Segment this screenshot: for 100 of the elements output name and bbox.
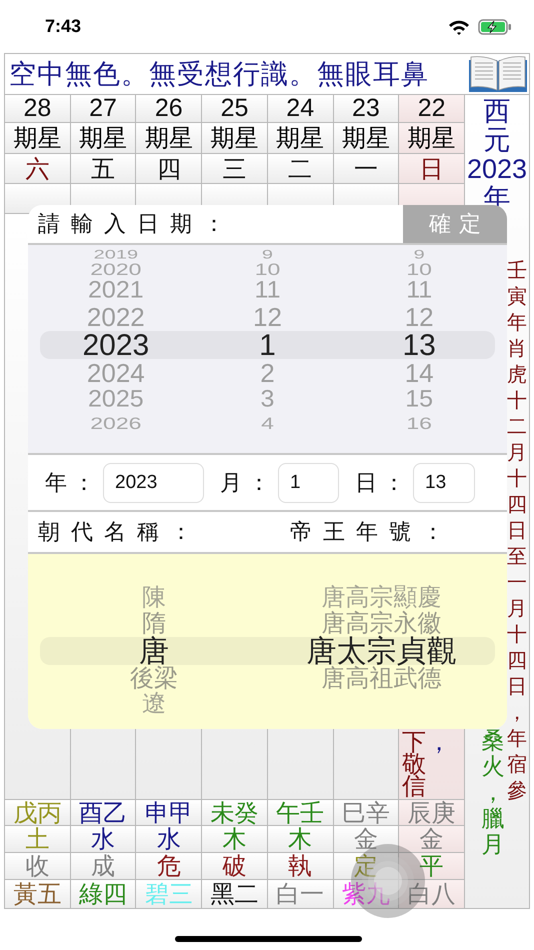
day-number[interactable]: 25 bbox=[202, 95, 267, 122]
day-number[interactable]: 28 bbox=[5, 95, 70, 122]
flying-star-label: 黑二 bbox=[202, 880, 267, 908]
picker-option[interactable]: 唐高宗永徽 bbox=[321, 612, 442, 636]
field-label: 年： bbox=[45, 470, 101, 498]
picker-option[interactable]: 2 bbox=[260, 360, 275, 386]
weekday-label: 四 bbox=[136, 154, 202, 183]
flying-star-label: 綠四 bbox=[70, 880, 136, 908]
weekday-label: 三 bbox=[202, 154, 267, 183]
picker-option[interactable]: 隋 bbox=[142, 612, 166, 636]
picker-option[interactable]: 10 bbox=[406, 261, 432, 278]
weekday-prefix: 期星 bbox=[334, 123, 398, 153]
picker-option[interactable]: 14 bbox=[404, 360, 434, 386]
picker-option[interactable]: 2023 bbox=[82, 331, 150, 361]
weekday-prefix: 期星 bbox=[5, 123, 70, 153]
day-number[interactable]: 22 bbox=[399, 95, 464, 122]
day-officer-label: 執 bbox=[268, 853, 333, 879]
element-label: 金 bbox=[334, 826, 398, 852]
picker-option[interactable]: 16 bbox=[406, 415, 432, 432]
field-label: 月： bbox=[220, 470, 276, 498]
element-label: 木 bbox=[268, 826, 333, 852]
day-officer-label: 成 bbox=[70, 853, 136, 879]
month-info: 桑火，臘月 bbox=[480, 728, 506, 858]
picker-option[interactable]: 遼 bbox=[142, 692, 166, 716]
weekday-label: 一 bbox=[334, 154, 398, 183]
stem-branch-label: 午壬 bbox=[268, 800, 333, 825]
flying-star-label: 黃五 bbox=[5, 880, 70, 908]
stem-branch-label: 申甲 bbox=[136, 800, 202, 825]
picker-option[interactable]: 2026 bbox=[90, 415, 142, 432]
day-note: ， bbox=[426, 731, 452, 753]
picker-option[interactable]: 9 bbox=[414, 248, 425, 262]
reign-label: 帝王年號： bbox=[290, 519, 455, 547]
stem-branch-label: 酉乙 bbox=[70, 800, 136, 825]
flying-star-label: 白八 bbox=[399, 880, 464, 908]
flying-star-label: 紫九 bbox=[334, 880, 398, 908]
picker-option[interactable]: 唐 bbox=[138, 637, 169, 667]
picker-option[interactable]: 13 bbox=[402, 331, 436, 361]
day-officer-label: 收 bbox=[5, 853, 70, 879]
picker-option[interactable]: 唐太宗貞觀 bbox=[306, 637, 456, 667]
picker-option[interactable]: 2021 bbox=[88, 278, 144, 302]
day-note: 下敬信 bbox=[401, 731, 426, 797]
field-label: 日： bbox=[355, 470, 411, 498]
weekday-label: 六 bbox=[5, 154, 70, 183]
day-number[interactable]: 26 bbox=[136, 95, 202, 122]
month-field[interactable]: 1 bbox=[278, 462, 339, 502]
picker-option[interactable]: 12 bbox=[253, 304, 282, 330]
day-number[interactable]: 23 bbox=[334, 95, 398, 122]
lunar-range-text: 壬寅年肖虎十二月十四日至一月十四日，年宿參 bbox=[506, 257, 528, 803]
year-field[interactable]: 2023 bbox=[103, 462, 204, 502]
picker-option[interactable]: 2025 bbox=[88, 388, 144, 412]
picker-option[interactable]: 2020 bbox=[90, 261, 142, 278]
picker-option[interactable]: 2019 bbox=[94, 248, 138, 262]
weekday-prefix: 期星 bbox=[202, 123, 267, 153]
picker-option[interactable]: 11 bbox=[254, 278, 280, 302]
weekday-prefix: 期星 bbox=[136, 123, 202, 153]
element-label: 金 bbox=[399, 826, 464, 852]
picker-option[interactable]: 12 bbox=[404, 304, 434, 330]
picker-option[interactable]: 2024 bbox=[86, 360, 145, 386]
weekday-label: 日 bbox=[399, 154, 464, 183]
weekday-prefix: 期星 bbox=[268, 123, 333, 153]
day-officer-label: 危 bbox=[136, 853, 202, 879]
day-officer-label: 平 bbox=[399, 853, 464, 879]
picker-option[interactable]: 11 bbox=[406, 278, 432, 302]
day-number[interactable]: 27 bbox=[70, 95, 136, 122]
picker-option[interactable]: 唐高祖武德 bbox=[321, 666, 442, 690]
day-number[interactable]: 24 bbox=[268, 95, 333, 122]
book-icon[interactable] bbox=[467, 54, 529, 94]
picker-option[interactable]: 3 bbox=[260, 388, 274, 412]
element-label: 土 bbox=[5, 826, 70, 852]
picker-option[interactable]: 4 bbox=[261, 415, 274, 432]
flying-star-label: 碧三 bbox=[136, 880, 202, 908]
stem-branch-label: 巳辛 bbox=[334, 800, 398, 825]
day-field[interactable]: 13 bbox=[413, 462, 475, 502]
weekday-prefix: 期星 bbox=[70, 123, 136, 153]
weekday-label: 二 bbox=[268, 154, 333, 183]
element-label: 水 bbox=[70, 826, 136, 852]
stem-branch-label: 辰庚 bbox=[399, 800, 464, 825]
element-label: 水 bbox=[136, 826, 202, 852]
picker-option[interactable]: 後梁 bbox=[130, 666, 178, 690]
weekday-prefix: 期星 bbox=[399, 123, 464, 153]
flying-star-label: 白一 bbox=[268, 880, 333, 908]
picker-option[interactable]: 陳 bbox=[142, 586, 166, 610]
stem-branch-label: 戊丙 bbox=[5, 800, 70, 825]
clock-time: 7:43 bbox=[45, 16, 82, 37]
weekday-label: 五 bbox=[70, 154, 136, 183]
wifi-icon bbox=[448, 18, 470, 34]
day-officer-label: 定 bbox=[334, 853, 398, 879]
picker-option[interactable]: 9 bbox=[262, 248, 274, 262]
picker-option[interactable]: 1 bbox=[259, 331, 276, 361]
battery-charging-icon bbox=[478, 18, 512, 34]
picker-option[interactable]: 10 bbox=[254, 261, 280, 278]
picker-option[interactable]: 2022 bbox=[86, 304, 145, 330]
element-label: 木 bbox=[202, 826, 267, 852]
picker-option[interactable]: 15 bbox=[405, 388, 434, 412]
dialog-title: 請輸入日期： bbox=[37, 211, 237, 239]
dynasty-label: 朝代名稱： bbox=[38, 519, 204, 547]
day-officer-label: 破 bbox=[202, 853, 267, 879]
confirm-button[interactable]: 確定 bbox=[403, 205, 507, 243]
picker-option[interactable]: 唐高宗顯慶 bbox=[321, 586, 442, 610]
sutra-text: 空中無色。無受想行識。無眼耳鼻 bbox=[9, 60, 429, 88]
